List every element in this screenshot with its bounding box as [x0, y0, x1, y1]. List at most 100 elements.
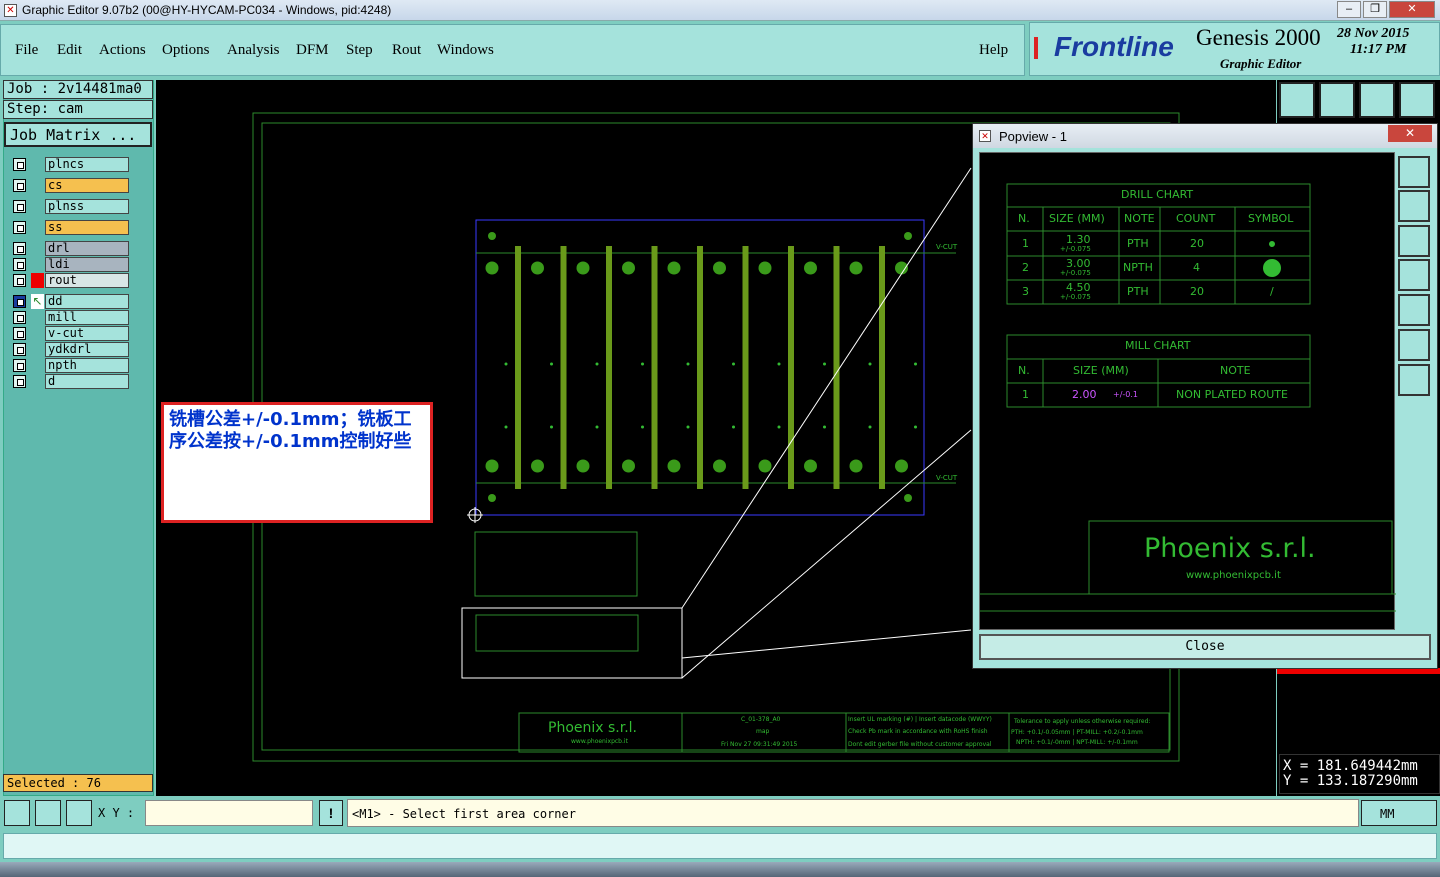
home-view-icon[interactable] — [1359, 82, 1395, 118]
drill-row-n: 2 — [1022, 261, 1029, 274]
title-tol2: NPTH: +0.1/-0mm | NPT-MILL: +/-0.1mm — [1016, 739, 1138, 746]
mill-row-note: NON PLATED ROUTE — [1176, 388, 1288, 401]
menu-file[interactable]: File — [15, 42, 38, 59]
drill-hole — [667, 261, 681, 275]
xy-label: X Y : — [98, 806, 135, 820]
drill-hole — [485, 459, 499, 473]
layer-checkbox[interactable] — [13, 221, 26, 234]
layer-item[interactable]: ydkdrl — [11, 342, 129, 357]
popview-close-icon[interactable]: ✕ — [1388, 125, 1432, 142]
layer-item[interactable]: d — [11, 374, 129, 389]
popview-fit-icon[interactable] — [1398, 329, 1430, 361]
popview-down-icon[interactable] — [1398, 225, 1430, 257]
menu-help[interactable]: Help — [979, 42, 1008, 59]
title-note1: Insert UL marking (#) | Insert datacode … — [848, 716, 992, 723]
app-icon: ✕ — [4, 4, 17, 17]
layer-checkbox[interactable] — [13, 359, 26, 372]
drill-hole — [804, 261, 817, 275]
mill-header-n: N. — [1018, 364, 1030, 377]
layer-item[interactable]: npth — [11, 358, 129, 373]
drill-hole — [713, 459, 726, 473]
drill-row-tol: +/-0.075 — [1060, 269, 1091, 277]
menu-rout[interactable]: Rout — [392, 42, 421, 59]
layer-item[interactable]: mill — [11, 310, 129, 325]
menu-actions[interactable]: Actions — [99, 42, 146, 59]
layer-item[interactable]: ↖ dd — [11, 294, 129, 309]
layer-item[interactable]: v-cut — [11, 326, 129, 341]
layer-name: dd — [45, 294, 129, 309]
drill-row-note: NPTH — [1123, 261, 1153, 274]
restore-button[interactable]: ❐ — [1363, 1, 1387, 18]
popview-zoom-icon[interactable] — [1398, 156, 1430, 188]
layer-checkbox[interactable] — [13, 258, 26, 271]
drill-header-n: N. — [1018, 212, 1030, 225]
mill-slot — [606, 246, 612, 489]
layer-item[interactable]: ldi — [11, 257, 129, 272]
drill-hole — [849, 261, 863, 275]
job-matrix-button[interactable]: Job Matrix ... — [4, 122, 152, 147]
vcut-label-bottom: V-CUT — [936, 474, 958, 482]
grid-icon[interactable] — [66, 800, 92, 826]
mill-row-size: 2.00 — [1072, 388, 1097, 401]
split-view-icon[interactable] — [1399, 82, 1435, 118]
popview-window: ✕ Popview - 1 ✕ DRILL CHART N. SIZE (MM)… — [972, 123, 1438, 669]
menu-edit[interactable]: Edit — [57, 42, 82, 59]
menu-bar: File Edit Actions Options Analysis DFM S… — [0, 24, 1025, 76]
layer-item[interactable]: rout — [11, 273, 129, 288]
view-top-icon[interactable] — [1279, 82, 1315, 118]
drill-hole — [667, 459, 681, 473]
layer-checkbox[interactable] — [13, 327, 26, 340]
drill-row-count: 20 — [1190, 285, 1204, 298]
drill-hole — [576, 261, 590, 275]
layer-item[interactable]: plncs — [11, 157, 129, 172]
popview-left-icon[interactable] — [1398, 259, 1430, 291]
layer-checkbox[interactable] — [13, 200, 26, 213]
layer-name: mill — [45, 310, 129, 325]
small-hole — [868, 425, 872, 429]
menu-analysis[interactable]: Analysis — [227, 42, 280, 59]
layer-checkbox[interactable] — [13, 295, 26, 308]
layer-item[interactable]: drl — [11, 241, 129, 256]
layer-checkbox[interactable] — [13, 311, 26, 324]
layer-checkbox[interactable] — [13, 158, 26, 171]
layer-name: plnss — [45, 199, 129, 214]
menu-step[interactable]: Step — [346, 42, 373, 59]
popview-right-icon[interactable] — [1398, 294, 1430, 326]
minimize-button[interactable]: – — [1337, 1, 1361, 18]
mill-chart-title: MILL CHART — [1125, 339, 1191, 352]
popview-close-button[interactable]: Close — [979, 634, 1431, 660]
zoom-area-icon[interactable] — [4, 800, 30, 826]
view-bottom-icon[interactable] — [1319, 82, 1355, 118]
layer-item[interactable]: plnss — [11, 199, 129, 214]
xy-input[interactable] — [145, 800, 313, 826]
drill-chart-title: DRILL CHART — [1121, 188, 1194, 201]
mill-slot — [833, 246, 840, 489]
menu-options[interactable]: Options — [162, 42, 210, 59]
layer-checkbox[interactable] — [13, 242, 26, 255]
drill-hole — [804, 459, 817, 473]
layer-checkbox[interactable] — [13, 179, 26, 192]
popview-center-icon[interactable] — [1398, 364, 1430, 396]
cursor-coordinates: X = 181.649442mm Y = 133.187290mm — [1279, 754, 1440, 794]
layer-item[interactable]: cs — [11, 178, 129, 193]
popview-icon: ✕ — [979, 130, 991, 142]
drill-header-note: NOTE — [1124, 212, 1155, 225]
drill-row-tol: +/-0.075 — [1060, 245, 1091, 253]
drill-hole — [758, 459, 772, 473]
menu-windows[interactable]: Windows — [437, 42, 494, 59]
zoom-out-icon[interactable] — [35, 800, 61, 826]
layer-checkbox[interactable] — [13, 274, 26, 287]
units-select[interactable]: MM — [1361, 800, 1437, 826]
close-window-button[interactable]: ✕ — [1389, 1, 1435, 18]
small-hole — [777, 425, 781, 429]
popview-up-icon[interactable] — [1398, 190, 1430, 222]
layer-item[interactable]: ss — [11, 220, 129, 235]
drill-header-size: SIZE (MM) — [1049, 212, 1105, 225]
alert-icon[interactable]: ! — [319, 800, 343, 826]
tooling-hole — [904, 494, 912, 502]
layer-checkbox[interactable] — [13, 343, 26, 356]
mill-slot — [515, 246, 521, 489]
menu-dfm[interactable]: DFM — [296, 42, 329, 59]
layer-checkbox[interactable] — [13, 375, 26, 388]
command-prompt: <M1> - Select first area corner — [347, 799, 1359, 827]
